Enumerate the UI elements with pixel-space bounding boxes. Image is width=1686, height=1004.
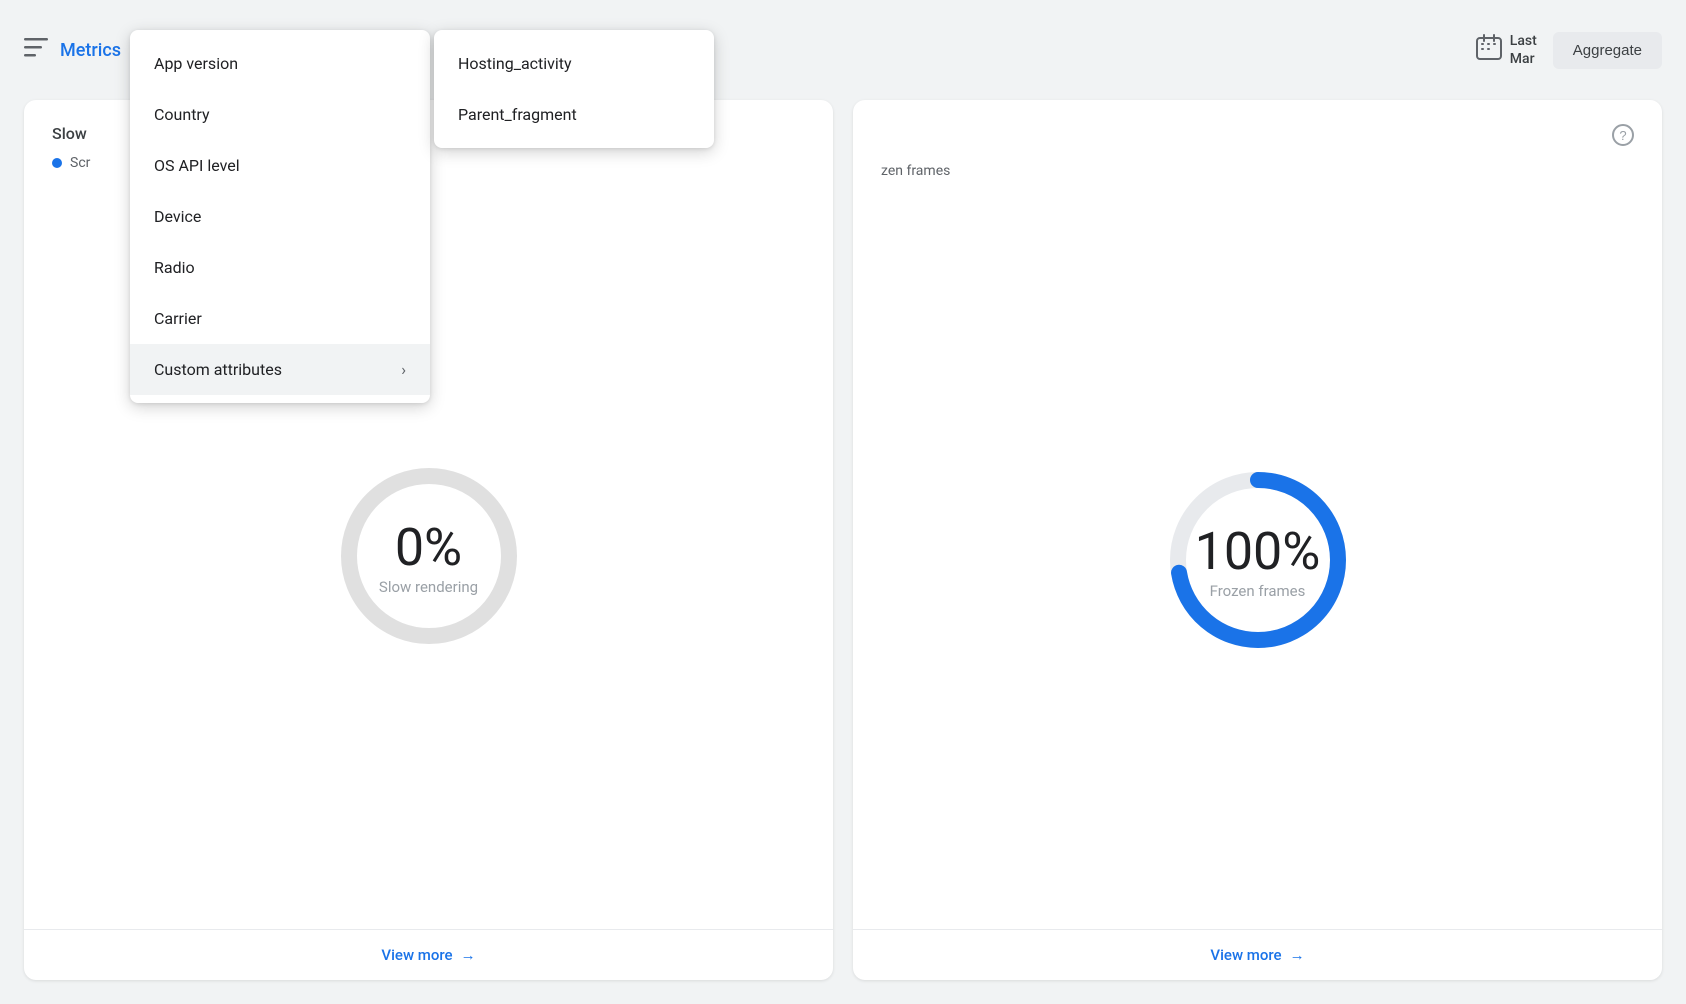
card2-center: 100% Frozen frames: [1195, 521, 1321, 600]
card1-donut: 0% Slow rendering: [329, 456, 529, 656]
dropdown-item-country[interactable]: Country: [130, 89, 430, 140]
card2-percent: 100%: [1195, 521, 1321, 582]
card2-footer: View more →: [853, 929, 1662, 980]
dropdown-item-device[interactable]: Device: [130, 191, 430, 242]
calendar-icon: [1476, 34, 1502, 66]
card2-donut: 100% Frozen frames: [1158, 460, 1358, 660]
card2-label-row: zen frames: [853, 163, 1662, 191]
aggregate-button[interactable]: Aggregate: [1553, 32, 1662, 69]
card1-center: 0% Slow rendering: [379, 517, 478, 596]
dropdown-sub-panel: Hosting_activity Parent_fragment: [434, 30, 714, 148]
dropdown-overlay: App version Country OS API level Device …: [130, 30, 714, 403]
dropdown-item-app-version[interactable]: App version: [130, 38, 430, 89]
sub-item-parent-fragment[interactable]: Parent_fragment: [434, 89, 714, 140]
card2-subtitle: zen frames: [881, 163, 950, 179]
card2-header-area: ?: [853, 100, 1662, 163]
top-right-area: Last Mar Aggregate: [1476, 32, 1662, 69]
card1-subtitle: Scr: [70, 155, 90, 171]
help-icon: ?: [1612, 124, 1634, 151]
card1-percent: 0%: [395, 517, 462, 578]
card2-view-more[interactable]: View more →: [1210, 946, 1304, 964]
svg-text:?: ?: [1619, 128, 1626, 143]
dropdown-item-carrier[interactable]: Carrier: [130, 293, 430, 344]
date-label: Last Mar: [1510, 32, 1537, 68]
dropdown-item-radio[interactable]: Radio: [130, 242, 430, 293]
calendar-area: Last Mar: [1476, 32, 1537, 68]
chevron-right-icon: ›: [401, 360, 406, 379]
card1-footer: View more →: [24, 929, 833, 980]
filter-area: Metrics: [24, 38, 121, 63]
dropdown-item-os-api-level[interactable]: OS API level: [130, 140, 430, 191]
dropdown-item-custom-attributes[interactable]: Custom attributes ›: [130, 344, 430, 395]
card1-label: Slow rendering: [379, 578, 478, 596]
card1-view-more[interactable]: View more →: [381, 946, 475, 964]
filter-icon[interactable]: [24, 38, 48, 63]
card1-dot: [52, 158, 62, 168]
card2-label: Frozen frames: [1210, 582, 1306, 600]
dropdown-main-panel: App version Country OS API level Device …: [130, 30, 430, 403]
metrics-label: Metrics: [60, 40, 121, 61]
dropdown-panels-row: App version Country OS API level Device …: [130, 30, 714, 403]
card2-body: 100% Frozen frames: [853, 191, 1662, 929]
sub-item-hosting-activity[interactable]: Hosting_activity: [434, 38, 714, 89]
frozen-frames-card: ? zen frames 100% Frozen frames: [853, 100, 1662, 980]
